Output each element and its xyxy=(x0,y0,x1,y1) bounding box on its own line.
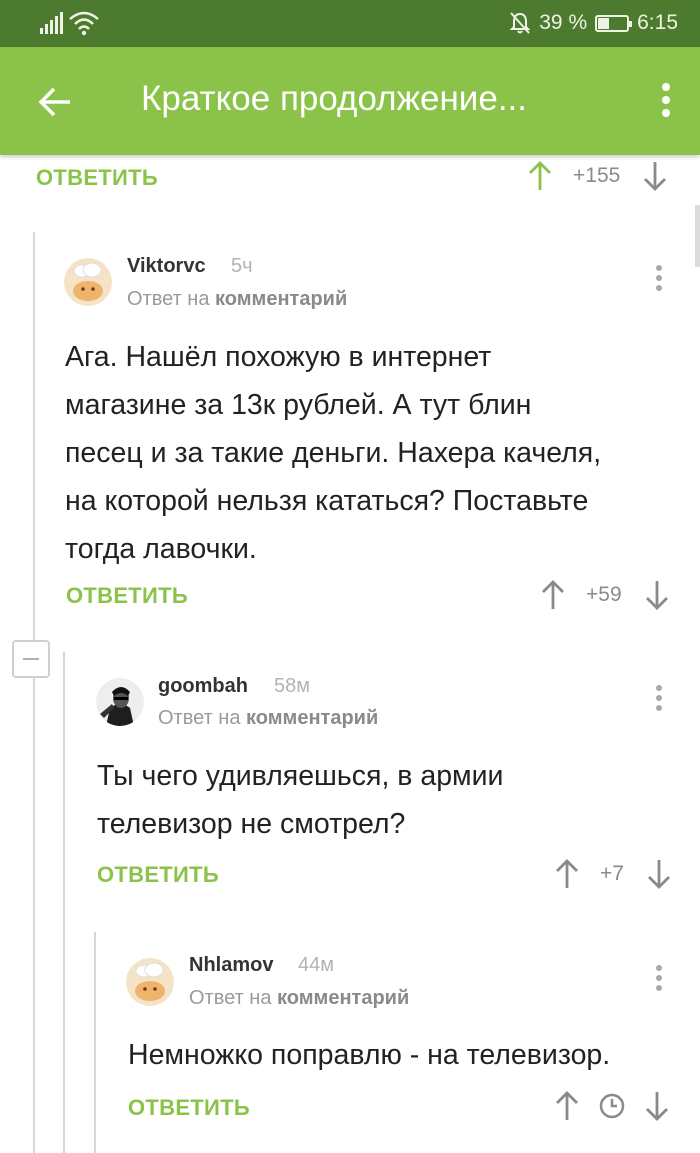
upvote-icon[interactable] xyxy=(525,158,555,194)
comment-line: телевизор не смотрел? xyxy=(97,808,406,840)
comment-line: Ты чего удивляешься, в армии xyxy=(97,760,504,792)
downvote-icon[interactable] xyxy=(640,158,670,194)
avatar[interactable] xyxy=(126,958,174,1006)
comment-text: Немножко поправлю - на телевизор. xyxy=(128,1031,610,1079)
downvote-icon[interactable] xyxy=(642,577,672,613)
comment-time: 5ч xyxy=(231,255,253,277)
reply-to-prefix: Ответ на xyxy=(127,288,210,310)
reply-to: Ответ на комментарий xyxy=(189,987,409,1010)
vote-row: +59 xyxy=(538,577,672,613)
clock-time: 6:15 xyxy=(637,11,678,34)
scrollbar[interactable] xyxy=(695,205,700,267)
comment-time: 44м xyxy=(298,954,334,976)
more-vert-icon[interactable] xyxy=(658,79,674,123)
comment-author[interactable]: goombah xyxy=(158,675,248,698)
reply-to-link[interactable]: комментарий xyxy=(277,987,409,1009)
downvote-icon[interactable] xyxy=(642,1088,672,1124)
upvote-icon[interactable] xyxy=(552,1088,582,1124)
app-bar: Краткое продолжение... xyxy=(0,47,700,155)
comment-text: Ты чего удивляешься, в армии телевизор н… xyxy=(97,752,503,848)
reply-button[interactable]: ОТВЕТИТЬ xyxy=(66,583,188,609)
thread-line xyxy=(63,652,65,1153)
avatar[interactable] xyxy=(96,678,144,726)
comment-line: Немножко поправлю - на телевизор. xyxy=(128,1039,611,1071)
reply-to-link[interactable]: комментарий xyxy=(246,707,378,729)
reply-button[interactable]: ОТВЕТИТЬ xyxy=(128,1095,250,1121)
arrow-left-icon[interactable] xyxy=(30,77,80,127)
signal-icon xyxy=(40,12,64,34)
comment-line: на которой нельзя кататься? Поставьте xyxy=(65,485,589,517)
rating-count: +7 xyxy=(600,862,624,885)
status-bar: 39 % 6:15 xyxy=(0,0,700,47)
thread-line xyxy=(94,932,96,1153)
comment-time: 58м xyxy=(274,675,310,697)
reply-to: Ответ на комментарий xyxy=(127,288,347,311)
vote-row: +7 xyxy=(552,856,674,892)
collapse-thread-button[interactable] xyxy=(12,640,50,678)
comment-text: Ага. Нашёл похожую в интернет магазине з… xyxy=(65,333,601,573)
comment-line: песец и за такие деньги. Нахера качеля, xyxy=(65,437,602,469)
comment-line: Ага. Нашёл похожую в интернет xyxy=(65,341,492,373)
thread-line xyxy=(33,232,35,1153)
reply-to-prefix: Ответ на xyxy=(189,987,272,1009)
reply-button[interactable]: ОТВЕТИТЬ xyxy=(36,165,158,191)
downvote-icon[interactable] xyxy=(644,856,674,892)
battery-icon xyxy=(595,14,633,32)
vote-row: +155 xyxy=(525,158,670,194)
comment-menu-icon[interactable] xyxy=(654,685,664,715)
mute-bell-icon xyxy=(509,12,531,34)
comment-author[interactable]: Nhlamov xyxy=(189,954,273,977)
upvote-icon[interactable] xyxy=(538,577,568,613)
comment-line: тогда лавочки. xyxy=(65,533,257,565)
comment-menu-icon[interactable] xyxy=(654,965,664,995)
vote-row xyxy=(552,1088,672,1124)
clock-icon xyxy=(599,1093,625,1119)
rating-count: +59 xyxy=(586,583,622,606)
upvote-icon[interactable] xyxy=(552,856,582,892)
page-title: Краткое продолжение... xyxy=(141,79,527,118)
comment-author[interactable]: Viktorvc xyxy=(127,255,206,278)
comment-menu-icon[interactable] xyxy=(654,265,664,295)
wifi-icon xyxy=(69,11,99,36)
reply-to: Ответ на комментарий xyxy=(158,707,378,730)
comment-line: магазине за 13к рублей. А тут блин xyxy=(65,389,532,421)
rating-count: +155 xyxy=(573,164,621,187)
reply-to-prefix: Ответ на xyxy=(158,707,241,729)
avatar[interactable] xyxy=(64,258,112,306)
reply-button[interactable]: ОТВЕТИТЬ xyxy=(97,862,219,888)
battery-percent: 39 % xyxy=(539,11,588,34)
reply-to-link[interactable]: комментарий xyxy=(215,288,347,310)
